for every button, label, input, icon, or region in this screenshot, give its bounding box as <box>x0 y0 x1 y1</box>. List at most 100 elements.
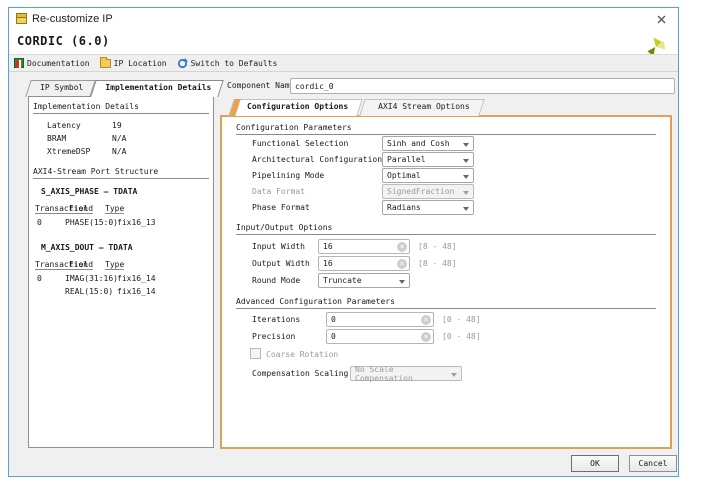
iterations-range: [0 - 48] <box>442 315 481 324</box>
detail-value: N/A <box>112 134 126 143</box>
functional-selection-label: Functional Selection <box>252 139 348 148</box>
tab-axi4-stream-options[interactable]: AXI4 Stream Options <box>362 99 482 116</box>
book-icon <box>14 58 24 68</box>
ok-button[interactable]: OK <box>571 455 619 472</box>
detail-label: BRAM <box>47 134 66 143</box>
tab-configuration-options-label: Configuration Options <box>247 102 348 111</box>
implementation-details-panel: Implementation Details Latency 19 BRAM N… <box>28 96 214 448</box>
precision-field[interactable] <box>326 329 434 344</box>
column-header: Field <box>69 260 93 270</box>
component-name-label: Component Name <box>227 81 294 90</box>
tab-configuration-options[interactable]: Configuration Options <box>231 99 360 116</box>
cancel-button[interactable]: Cancel <box>629 455 677 472</box>
ip-dialog-icon <box>16 13 27 24</box>
input-width-range: [8 - 48] <box>418 242 457 251</box>
chevron-down-icon <box>463 207 469 211</box>
tab-implementation-details[interactable]: Implementation Details <box>93 80 221 97</box>
data-format-dropdown: SignedFraction <box>382 184 474 199</box>
table-cell: IMAG(31:16) <box>65 274 111 283</box>
table-cell: fix16_14 <box>117 287 156 296</box>
table-cell: fix16_13 <box>117 218 156 227</box>
detail-label: XtremeDSP <box>47 147 90 156</box>
configuration-options-panel: Configuration Parameters Functional Sele… <box>220 115 672 449</box>
recustomize-ip-dialog: Re-customize IP CORDIC (6.0) Documentati… <box>8 7 679 477</box>
column-header: Field <box>69 204 93 214</box>
column-header: Type <box>105 204 124 214</box>
chevron-down-icon <box>463 143 469 147</box>
page-title: CORDIC (6.0) <box>17 34 110 48</box>
table-cell: fix16_14 <box>117 274 156 283</box>
toolbar: Documentation IP Location Switch to Defa… <box>9 54 678 72</box>
architectural-configuration-dropdown[interactable]: Parallel <box>382 152 474 167</box>
table-cell: 0 <box>37 274 42 283</box>
round-mode-value: Truncate <box>323 276 362 285</box>
pipelining-mode-label: Pipelining Mode <box>252 171 324 180</box>
chevron-down-icon <box>463 191 469 195</box>
clear-icon[interactable]: × <box>421 332 431 342</box>
clear-icon[interactable]: × <box>397 242 407 252</box>
advanced-params-title: Advanced Configuration Parameters <box>236 297 656 309</box>
tab-ip-symbol-label: IP Symbol <box>40 83 83 92</box>
input-width-label: Input Width <box>252 242 305 251</box>
compensation-scaling-dropdown: No Scale Compensation <box>350 366 462 381</box>
tab-ip-symbol[interactable]: IP Symbol <box>28 80 93 97</box>
clear-icon[interactable]: × <box>421 315 431 325</box>
folder-icon <box>100 59 111 68</box>
round-mode-label: Round Mode <box>252 276 300 285</box>
port-group-title: S_AXIS_PHASE — TDATA <box>41 187 137 196</box>
precision-range: [0 - 48] <box>442 332 481 341</box>
output-width-label: Output Width <box>252 259 310 268</box>
tab-axi4-stream-options-label: AXI4 Stream Options <box>378 102 470 111</box>
right-tab-bar: Configuration Options AXI4 Stream Option… <box>231 99 482 116</box>
documentation-button[interactable]: Documentation <box>14 58 90 68</box>
switch-to-defaults-button[interactable]: Switch to Defaults <box>177 58 278 69</box>
coarse-rotation-checkbox <box>250 348 261 359</box>
heading-row: CORDIC (6.0) <box>9 29 678 54</box>
phase-format-value: Radians <box>387 203 421 212</box>
functional-selection-value: Sinh and Cosh <box>387 139 450 148</box>
documentation-label: Documentation <box>27 59 90 68</box>
chevron-down-icon <box>463 159 469 163</box>
chevron-down-icon <box>463 175 469 179</box>
iterations-field[interactable] <box>326 312 434 327</box>
iterations-label: Iterations <box>252 315 300 324</box>
pipelining-mode-dropdown[interactable]: Optimal <box>382 168 474 183</box>
detail-value: 19 <box>112 121 122 130</box>
port-group-title: M_AXIS_DOUT — TDATA <box>41 243 133 252</box>
compensation-scaling-value: No Scale Compensation <box>355 365 449 383</box>
window-title: Re-customize IP <box>32 13 113 25</box>
table-cell: PHASE(15:0) <box>65 218 111 227</box>
left-tab-bar: IP Symbol Implementation Details <box>28 80 221 97</box>
tab-implementation-details-label: Implementation Details <box>105 83 211 92</box>
phase-format-label: Phase Format <box>252 203 310 212</box>
switch-to-defaults-label: Switch to Defaults <box>191 59 278 68</box>
architectural-configuration-value: Parallel <box>387 155 426 164</box>
ip-location-button[interactable]: IP Location <box>100 58 167 68</box>
details-section-title: Implementation Details <box>33 102 209 114</box>
chevron-down-icon <box>399 280 405 284</box>
title-bar: Re-customize IP <box>9 8 678 29</box>
data-format-value: SignedFraction <box>387 187 454 196</box>
component-name-input[interactable] <box>290 78 675 94</box>
ip-location-label: IP Location <box>114 59 167 68</box>
compensation-scaling-label: Compensation Scaling <box>252 369 348 378</box>
pipelining-mode-value: Optimal <box>387 171 421 180</box>
chevron-down-icon <box>451 373 457 377</box>
detail-value: N/A <box>112 147 126 156</box>
clear-icon[interactable]: × <box>397 259 407 269</box>
io-options-title: Input/Output Options <box>236 223 656 235</box>
precision-label: Precision <box>252 332 295 341</box>
functional-selection-dropdown[interactable]: Sinh and Cosh <box>382 136 474 151</box>
close-button[interactable] <box>654 12 668 26</box>
refresh-icon <box>177 58 188 69</box>
close-icon <box>657 15 666 24</box>
phase-format-dropdown[interactable]: Radians <box>382 200 474 215</box>
ports-section-title: AXI4-Stream Port Structure <box>33 167 209 179</box>
table-cell: REAL(15:0) <box>65 287 111 296</box>
column-header: Type <box>105 260 124 270</box>
data-format-label: Data Format <box>252 187 305 196</box>
detail-label: Latency <box>47 121 81 130</box>
architectural-configuration-label: Architectural Configuration <box>252 155 382 164</box>
config-params-title: Configuration Parameters <box>236 123 656 135</box>
round-mode-dropdown[interactable]: Truncate <box>318 273 410 288</box>
